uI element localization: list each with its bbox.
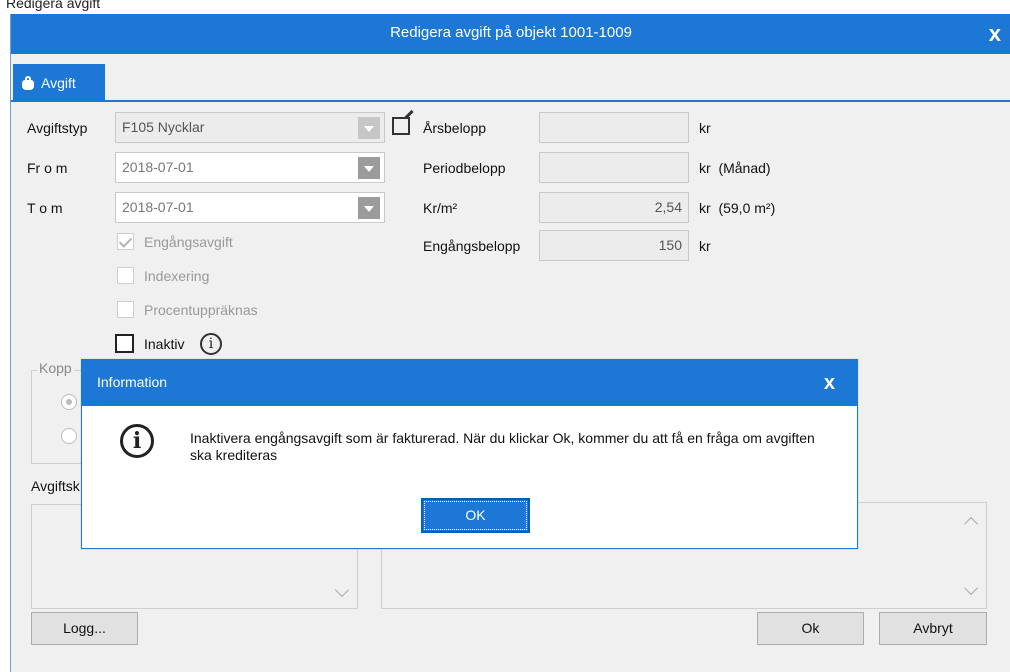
from-date-select[interactable]: 2018-07-01 (115, 152, 385, 183)
engangsavgift-label: Engångsavgift (144, 233, 233, 250)
procentupprakning-label: Procentuppräknas (144, 301, 258, 318)
tom-date-value: 2018-07-01 (122, 199, 194, 215)
inaktiv-box (115, 334, 134, 353)
from-date-value: 2018-07-01 (122, 159, 194, 175)
indexering-box (117, 267, 134, 284)
koppling-radio-1[interactable] (61, 394, 77, 410)
edit-fee-window: Redigera avgift på objekt 1001-1009 x Av… (10, 14, 1010, 672)
left-scroll-down-icon[interactable] (334, 582, 350, 598)
engangsavgift-checkbox[interactable]: Engångsavgift (117, 233, 233, 250)
koppling-radio-2[interactable] (61, 428, 77, 444)
inaktiv-checkbox[interactable]: Inaktiv (115, 334, 184, 353)
krm2-unit: kr (59,0 m²) (699, 200, 776, 216)
periodbelopp-label: Periodbelopp (423, 160, 506, 176)
edit-icon[interactable] (392, 117, 410, 135)
right-scroll-down-icon[interactable] (963, 580, 979, 596)
background-window-title: Redigera avgift (6, 0, 101, 11)
avgiftsk-label: Avgiftsk (31, 478, 80, 494)
window-titlebar: Redigera avgift på objekt 1001-1009 x (11, 14, 1010, 54)
info-icon: i (120, 424, 154, 458)
tom-date-dropdown-icon (358, 197, 380, 219)
inaktiv-label: Inaktiv (144, 335, 185, 352)
from-date-dropdown-icon (358, 157, 380, 179)
arsbelopp-unit: kr (699, 120, 711, 136)
krm2-input[interactable]: 2,54 (539, 192, 689, 223)
tom-date-select[interactable]: 2018-07-01 (115, 192, 385, 223)
tom-label: T o m (27, 200, 63, 216)
engangsbelopp-input[interactable]: 150 (539, 230, 689, 261)
dialog-titlebar: Information x (82, 360, 857, 406)
ok-button[interactable]: Ok (757, 612, 864, 645)
procentupprakning-box (117, 301, 134, 318)
dialog-close-button[interactable]: x (824, 372, 835, 395)
window-close-button[interactable]: x (989, 21, 1001, 47)
dialog-ok-label: OK (424, 501, 527, 530)
avbryt-button[interactable]: Avbryt (879, 612, 987, 645)
moneybag-icon (21, 76, 35, 90)
inaktiv-info-icon[interactable]: i (200, 333, 222, 355)
indexering-label: Indexering (144, 267, 210, 284)
right-scroll-up-icon[interactable] (963, 516, 979, 532)
information-dialog: Information x i Inaktivera engångsavgift… (81, 359, 858, 549)
avgiftstyp-value: F105 Nycklar (122, 119, 205, 135)
procentupprakning-checkbox[interactable]: Procentuppräknas (117, 301, 258, 318)
logg-button[interactable]: Logg... (31, 612, 138, 645)
koppling-legend: Kopp (37, 360, 74, 376)
avgiftstyp-label: Avgiftstyp (27, 120, 88, 136)
avgiftstyp-select[interactable]: F105 Nycklar (115, 112, 385, 143)
from-label: Fr o m (27, 160, 68, 176)
window-title: Redigera avgift på objekt 1001-1009 (390, 24, 632, 41)
indexering-checkbox[interactable]: Indexering (117, 267, 209, 284)
arsbelopp-label: Årsbelopp (423, 120, 487, 136)
avgiftstyp-dropdown-icon (358, 117, 380, 139)
krm2-label: Kr/m² (423, 200, 458, 216)
dialog-message: Inaktivera engångsavgift som är fakturer… (190, 430, 815, 463)
engangsbelopp-unit: kr (699, 238, 711, 254)
periodbelopp-input[interactable] (539, 152, 689, 183)
engangsavgift-box (117, 233, 134, 250)
tab-avgift[interactable]: Avgift (13, 64, 105, 102)
dialog-title: Information (97, 374, 168, 390)
dialog-ok-button[interactable]: OK (421, 498, 530, 533)
tab-avgift-label: Avgift (41, 75, 76, 91)
tab-strip: Avgift (11, 54, 1010, 102)
arsbelopp-input[interactable] (539, 112, 689, 143)
engangsbelopp-label: Engångsbelopp (423, 238, 521, 254)
periodbelopp-unit: kr (Månad) (699, 160, 771, 176)
background-window-strip: Redigera avgift (0, 0, 1010, 14)
